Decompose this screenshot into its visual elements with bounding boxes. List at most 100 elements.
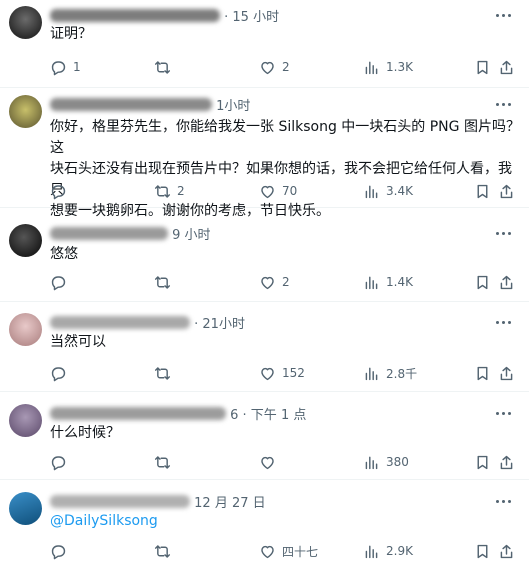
retweet-icon [154, 275, 171, 289]
share-button[interactable] [498, 272, 515, 292]
reply-text: 悠悠 [50, 246, 78, 262]
reply-button[interactable] [50, 272, 73, 292]
bookmark-button[interactable] [474, 57, 491, 77]
more-icon[interactable] [495, 404, 511, 422]
retweet-button[interactable] [154, 452, 177, 472]
redacted-author [50, 98, 212, 111]
reply-icon [51, 184, 66, 199]
avatar[interactable] [9, 224, 42, 257]
redacted-author [50, 407, 226, 420]
avatar[interactable] [9, 6, 42, 39]
reply-button[interactable] [50, 452, 73, 472]
more-icon[interactable] [495, 95, 511, 113]
avatar[interactable] [9, 313, 42, 346]
reply-item[interactable]: 12 月 27 日 @DailySilksong 四十七 2.9K [0, 480, 529, 576]
heart-icon [261, 185, 274, 198]
share-icon [500, 184, 513, 198]
action-bar: 380 [50, 452, 513, 472]
reply-time[interactable]: 12 月 27 日 [194, 496, 265, 511]
share-button[interactable] [498, 541, 515, 561]
action-bar: 1 2 1.3K [50, 57, 513, 77]
reply-icon [51, 544, 66, 559]
bookmark-icon [477, 60, 488, 74]
retweet-icon [154, 455, 171, 469]
like-button[interactable]: 四十七 [259, 541, 318, 561]
retweet-button[interactable] [154, 272, 177, 292]
share-button[interactable] [498, 181, 515, 201]
avatar[interactable] [9, 492, 42, 525]
reply-button[interactable] [50, 363, 73, 383]
retweet-icon [154, 184, 171, 198]
bookmark-button[interactable] [474, 541, 491, 561]
bookmark-button[interactable] [474, 272, 491, 292]
reply-text: 什么时候？ [50, 425, 120, 441]
reply-item[interactable]: · 15 小时 证明？ 1 2 1.3K [0, 0, 529, 88]
retweet-button[interactable] [154, 363, 177, 383]
views-button[interactable]: 3.4K [363, 181, 413, 201]
reply-text-line: 你好，格里芬先生，你能给我发一张 Silksong 中一块石头的 PNG 图片吗… [50, 119, 520, 156]
reply-icon [51, 60, 66, 75]
bookmark-icon [477, 184, 488, 198]
avatar[interactable] [9, 404, 42, 437]
reply-icon [51, 275, 66, 290]
more-icon[interactable] [495, 6, 511, 24]
bookmark-button[interactable] [474, 363, 491, 383]
share-button[interactable] [498, 363, 515, 383]
reply-text: 你好，格里芬先生，你能给我发一张 Silksong 中一块石头的 PNG 图片吗… [50, 117, 520, 222]
bookmark-button[interactable] [474, 452, 491, 472]
view-count: 2.9K [386, 544, 413, 558]
reply-button[interactable] [50, 541, 73, 561]
retweet-icon [154, 544, 171, 558]
views-button[interactable]: 380 [363, 452, 409, 472]
share-button[interactable] [498, 452, 515, 472]
views-button[interactable]: 1.3K [363, 57, 413, 77]
action-bar: 四十七 2.9K [50, 541, 513, 561]
heart-icon [261, 545, 274, 558]
heart-icon [261, 367, 274, 380]
like-count: 2 [282, 60, 290, 74]
retweet-button[interactable]: 2 [154, 181, 185, 201]
like-count: 2 [282, 275, 290, 289]
share-icon [500, 60, 513, 74]
views-icon [365, 367, 378, 380]
more-icon[interactable] [495, 313, 511, 331]
reply-time[interactable]: 9 小时 [172, 228, 210, 243]
bookmark-button[interactable] [474, 181, 491, 201]
views-icon [365, 545, 378, 558]
redacted-author [50, 227, 168, 240]
more-icon[interactable] [495, 224, 511, 242]
reply-item[interactable]: 1小时 你好，格里芬先生，你能给我发一张 Silksong 中一块石头的 PNG… [0, 88, 529, 219]
reply-time[interactable]: · 21小时 [194, 317, 245, 332]
reply-item[interactable]: 9 小时 悠悠 2 1.4K [0, 208, 529, 302]
views-button[interactable]: 1.4K [363, 272, 413, 292]
like-button[interactable]: 2 [259, 57, 290, 77]
retweet-button[interactable] [154, 57, 177, 77]
mention-link[interactable]: @DailySilksong [50, 511, 520, 532]
view-count: 380 [386, 455, 409, 469]
avatar[interactable] [9, 95, 42, 128]
like-button[interactable]: 70 [259, 181, 297, 201]
views-button[interactable]: 2.8千 [363, 363, 417, 383]
reply-icon [51, 455, 66, 470]
retweet-icon [154, 366, 171, 380]
bookmark-icon [477, 366, 488, 380]
reply-time[interactable]: 6 · 下午 1 点 [230, 408, 306, 423]
reply-button[interactable]: 1 [50, 57, 81, 77]
view-count: 3.4K [386, 184, 413, 198]
reply-item[interactable]: · 21小时 当然可以 152 2.8千 [0, 302, 529, 392]
views-button[interactable]: 2.9K [363, 541, 413, 561]
more-icon[interactable] [495, 492, 511, 510]
reply-icon [51, 366, 66, 381]
share-button[interactable] [498, 57, 515, 77]
retweet-button[interactable] [154, 541, 177, 561]
reply-button[interactable] [50, 181, 73, 201]
views-icon [365, 185, 378, 198]
action-bar: 152 2.8千 [50, 363, 513, 383]
like-button[interactable]: 2 [259, 272, 290, 292]
reply-time[interactable]: · 15 小时 [224, 10, 279, 25]
reply-time[interactable]: 1小时 [216, 99, 250, 114]
like-button[interactable] [259, 452, 282, 472]
like-button[interactable]: 152 [259, 363, 305, 383]
heart-icon [261, 61, 274, 74]
reply-item[interactable]: 6 · 下午 1 点 什么时候？ 380 [0, 392, 529, 480]
